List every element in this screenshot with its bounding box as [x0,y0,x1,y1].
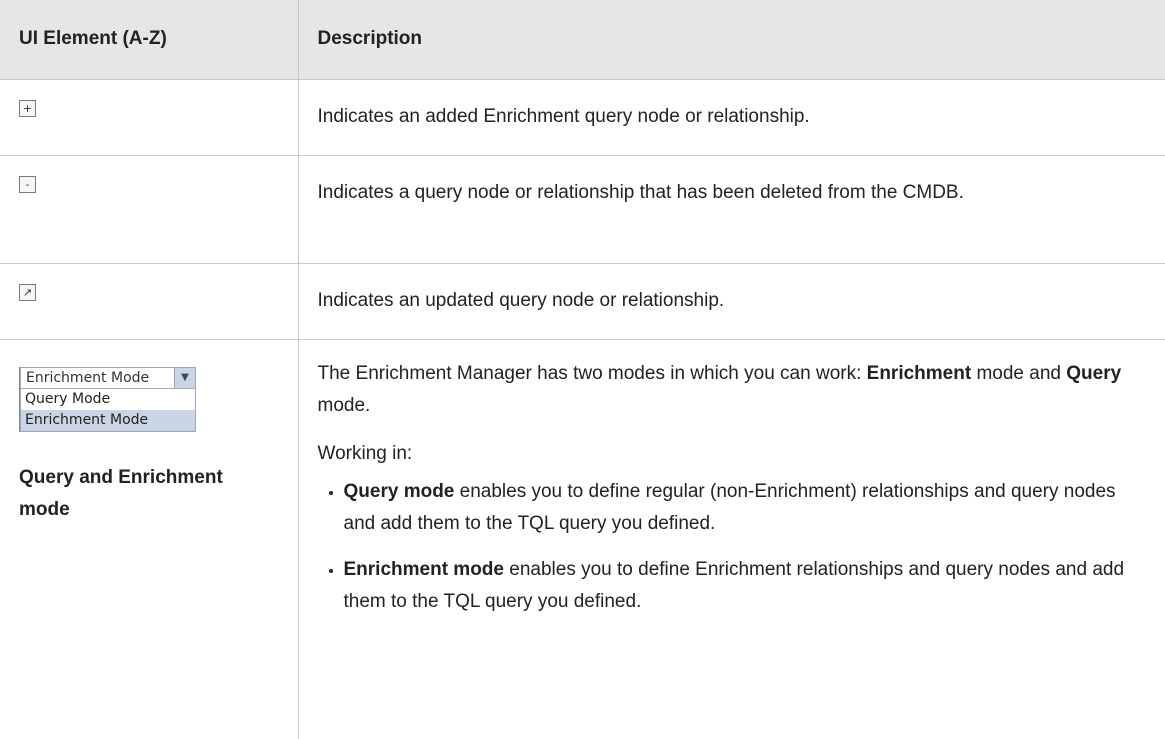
description-text: Indicates a query node or relationship t… [317,181,964,203]
ui-elements-table: UI Element (A-Z) Description + Indicates… [0,0,1165,739]
description-text: Indicates an added Enrichment query node… [317,105,810,127]
description-cell: Indicates a query node or relationship t… [298,155,1165,264]
mode-dropdown-selected: Enrichment Mode [26,369,150,386]
table-row: - Indicates a query node or relationship… [0,155,1165,264]
mode-dropdown-image: Enrichment Mode ▼ Query Mode Enrichment … [19,366,200,432]
intro-text: mode and [971,362,1067,384]
added-icon: + [19,99,36,117]
dropdown-option-query-mode: Query Mode [25,390,111,407]
list-item: Enrichment mode enables you to define En… [344,554,1144,618]
mode-dropdown: Enrichment Mode ▼ [20,366,196,389]
chevron-down-icon: ▼ [174,367,195,388]
description-cell: Indicates an added Enrichment query node… [298,79,1165,156]
intro-text: mode. [317,394,371,416]
table-row: Enrichment Mode ▼ Query Mode Enrichment … [0,339,1165,739]
intro-paragraph: The Enrichment Manager has two modes in … [318,358,1144,422]
mode-bullet-list: Query mode enables you to define regular… [318,476,1144,618]
description-cell: The Enrichment Manager has two modes in … [298,339,1165,739]
header-ui-element: UI Element (A-Z) [0,0,299,80]
list-item: Query mode enables you to define regular… [344,476,1144,540]
updated-icon: ↗ [19,283,36,301]
intro-text: The Enrichment Manager has two modes in … [317,362,867,384]
deleted-icon: - [19,175,36,193]
table-header-row: UI Element (A-Z) Description [0,0,1165,80]
mode-dropdown-list: Query Mode Enrichment Mode [20,388,196,432]
intro-bold-query: Query [1066,362,1122,384]
element-title: Query and Enrichment mode [19,466,223,520]
ui-element-cell: + [0,79,299,156]
header-description: Description [298,0,1165,80]
table-row: + Indicates an added Enrichment query no… [0,79,1165,156]
ui-element-cell: - [0,155,299,264]
description-text: Indicates an updated query node or relat… [317,289,725,311]
dropdown-option-enrichment-mode: Enrichment Mode [21,409,195,431]
bullet-bold: Query mode [343,480,455,502]
description-cell: Indicates an updated query node or relat… [298,263,1165,340]
bullet-text: enables you to define regular (non-Enric… [343,480,1116,534]
table-row: ↗ Indicates an updated query node or rel… [0,263,1165,340]
ui-element-cell: Enrichment Mode ▼ Query Mode Enrichment … [0,339,299,739]
bullet-bold: Enrichment mode [343,558,504,580]
intro-bold-enrichment: Enrichment [866,362,972,384]
working-in-text: Working in: [317,442,413,464]
ui-element-cell: ↗ [0,263,299,340]
